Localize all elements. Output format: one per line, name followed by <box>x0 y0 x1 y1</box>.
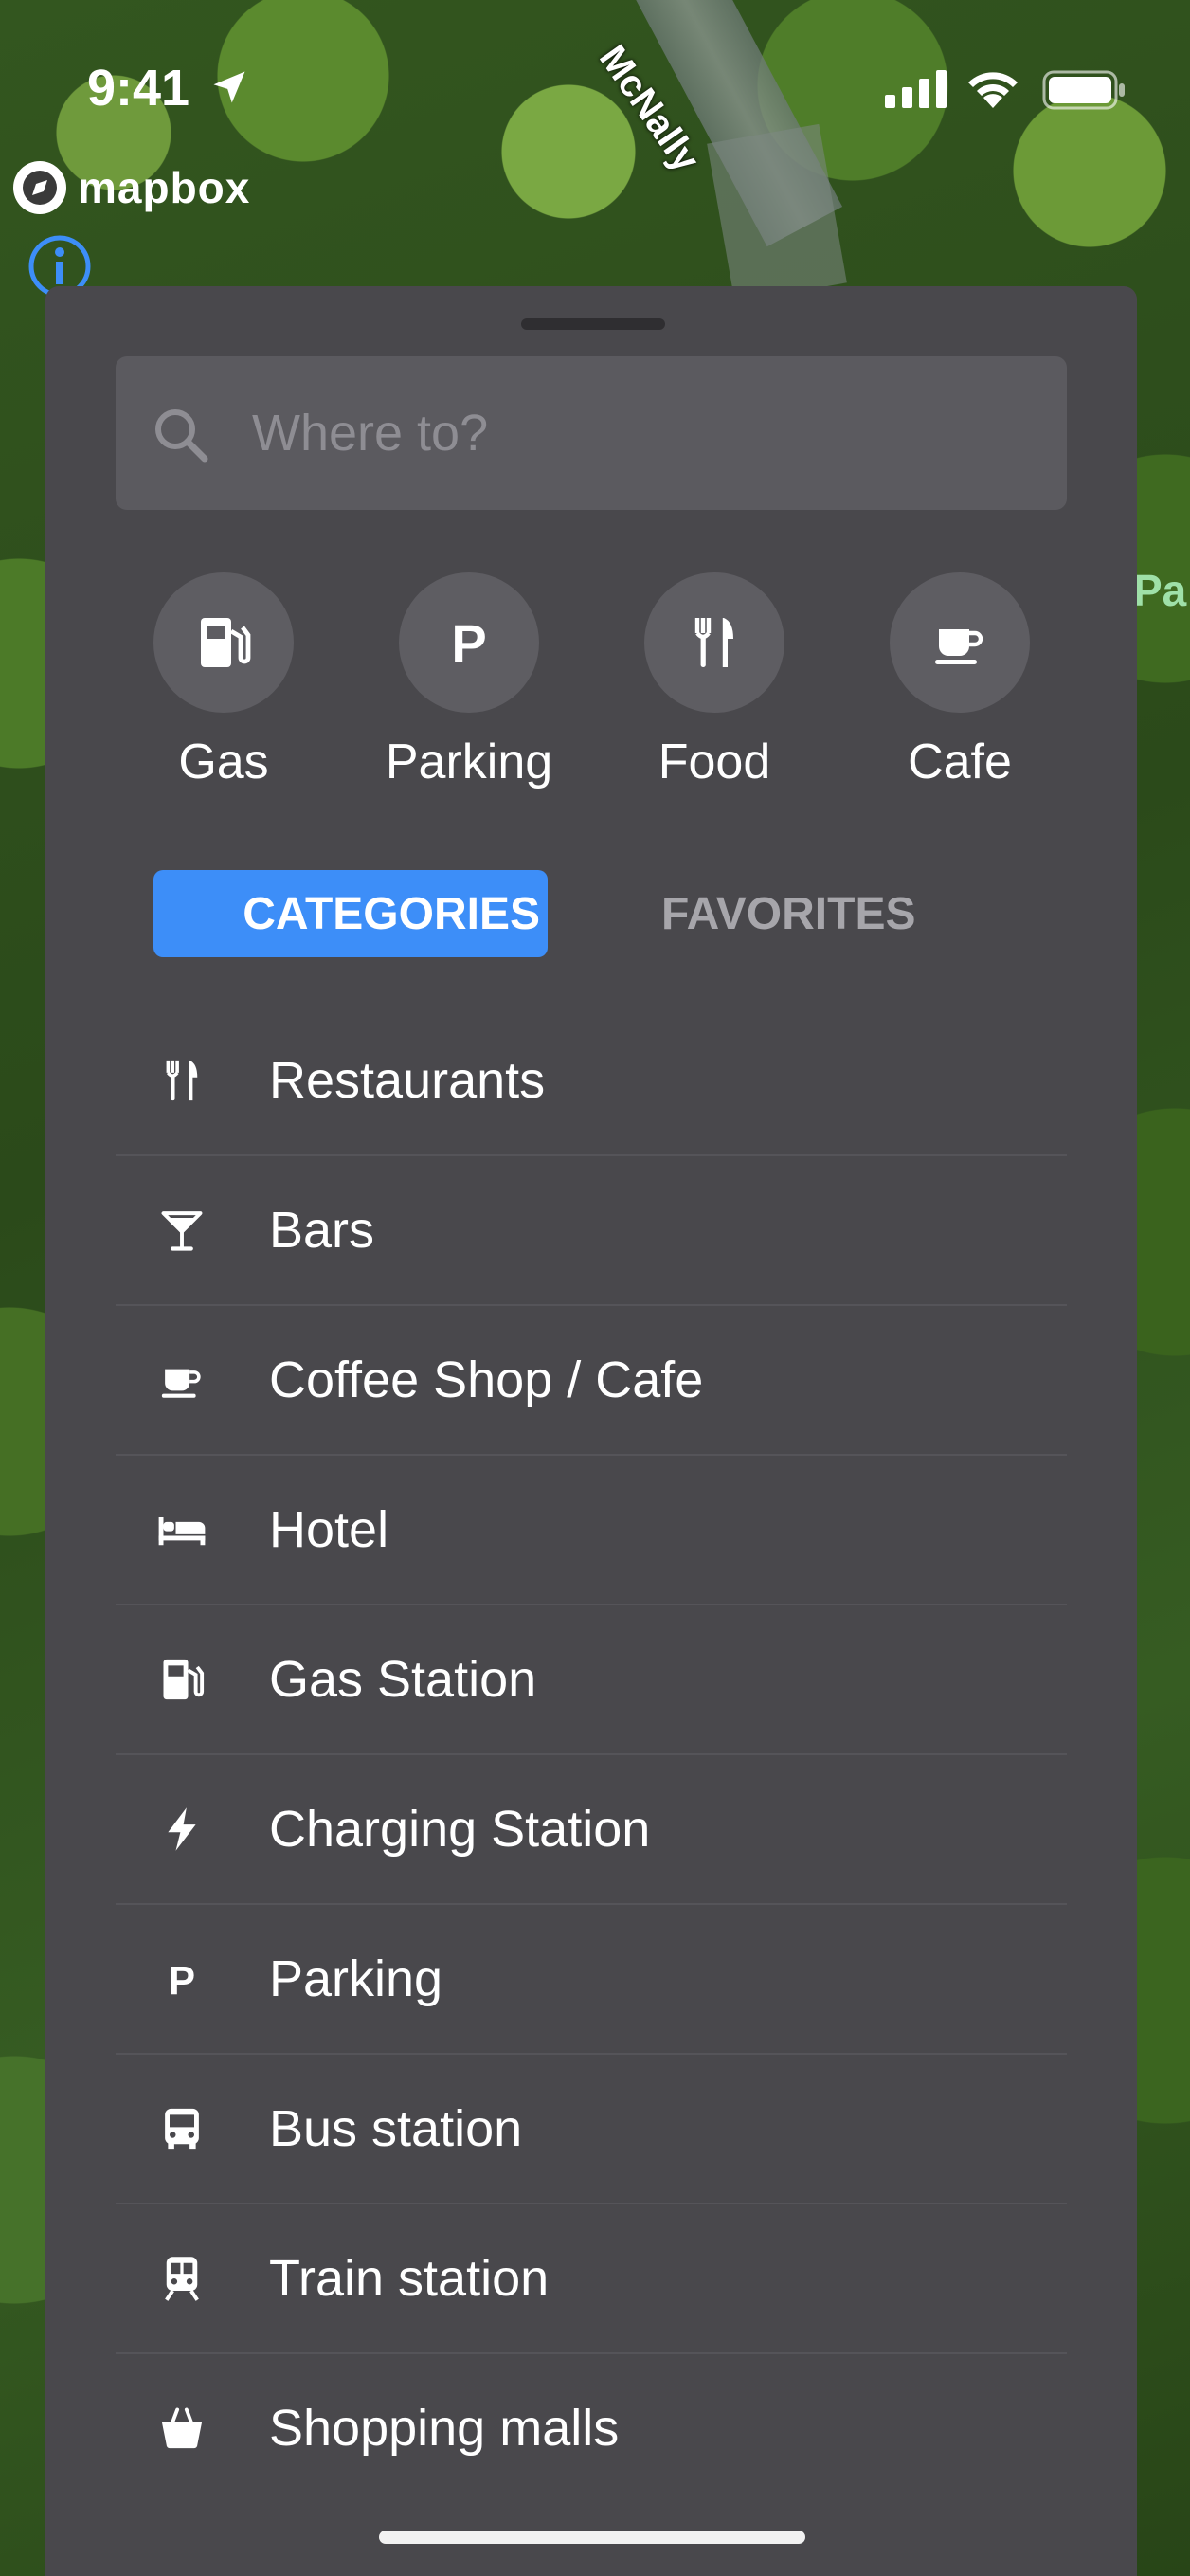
category-row-gas-station[interactable]: Gas Station <box>116 1605 1067 1755</box>
tab-favorites[interactable]: FAVORITES <box>661 870 946 957</box>
status-time: 9:41 <box>87 60 190 117</box>
category-row-restaurants[interactable]: Restaurants <box>116 1007 1067 1156</box>
quick-action-label: Gas <box>178 735 269 789</box>
category-list: Restaurants Bars Coffee Shop / Cafe Hote… <box>116 1007 1067 2502</box>
shopping-basket-icon <box>144 2390 220 2466</box>
coffee-cup-icon <box>144 1342 220 1418</box>
tab-categories[interactable]: CATEGORIES <box>153 870 548 957</box>
search-icon <box>155 409 208 463</box>
cellular-signal-icon <box>885 70 947 108</box>
quick-action-label: Parking <box>385 735 553 789</box>
category-label: Shopping malls <box>269 2400 620 2457</box>
mapbox-attribution[interactable]: mapbox <box>11 159 250 216</box>
lightning-icon <box>144 1791 220 1867</box>
quick-action-circle: P <box>399 572 539 713</box>
gas-pump-icon <box>201 618 251 667</box>
search-input[interactable] <box>250 394 1031 472</box>
svg-text:P: P <box>169 1958 195 2003</box>
svg-text:P: P <box>451 613 486 673</box>
category-label: Charging Station <box>269 1801 651 1858</box>
fork-knife-icon <box>144 1043 220 1118</box>
category-label: Train station <box>269 2250 550 2307</box>
wifi-icon <box>968 72 1018 108</box>
category-row-parking[interactable]: P Parking <box>116 1905 1067 2055</box>
category-row-shopping-malls[interactable]: Shopping malls <box>116 2354 1067 2502</box>
search-bottom-sheet: Gas P Parking Food Cafe CAT <box>45 286 1137 2576</box>
search-bar[interactable] <box>116 356 1067 510</box>
parking-icon: P <box>451 613 486 673</box>
quick-action-circle <box>644 572 784 713</box>
category-label: Bus station <box>269 2100 523 2157</box>
quick-action-circle <box>153 572 294 713</box>
park-label: Pa <box>1133 566 1187 615</box>
category-row-charging-station[interactable]: Charging Station <box>116 1755 1067 1905</box>
fork-knife-icon <box>694 618 733 667</box>
sheet-grabber[interactable] <box>521 318 665 330</box>
quick-action-food[interactable]: Food <box>610 572 819 790</box>
bed-icon <box>144 1492 220 1568</box>
category-label: Bars <box>269 1202 375 1259</box>
category-label: Gas Station <box>269 1651 537 1708</box>
parking-icon: P <box>144 1941 220 2017</box>
gas-pump-icon <box>144 1642 220 1717</box>
category-label: Parking <box>269 1950 443 2007</box>
train-icon <box>144 2240 220 2316</box>
category-row-bars[interactable]: Bars <box>116 1156 1067 1306</box>
home-indicator[interactable] <box>379 2531 805 2544</box>
status-bar: 9:41 <box>0 47 1190 123</box>
category-row-coffee-shop[interactable]: Coffee Shop / Cafe <box>116 1306 1067 1456</box>
category-row-train-station[interactable]: Train station <box>116 2204 1067 2354</box>
quick-action-label: Cafe <box>908 735 1012 789</box>
category-label: Coffee Shop / Cafe <box>269 1351 704 1408</box>
category-row-hotel[interactable]: Hotel <box>116 1456 1067 1605</box>
quick-action-parking[interactable]: P Parking <box>365 572 573 790</box>
coffee-cup-icon <box>935 629 983 664</box>
mapbox-logo-icon <box>13 161 66 214</box>
battery-icon <box>1042 70 1125 110</box>
quick-action-cafe[interactable]: Cafe <box>856 572 1064 790</box>
cocktail-icon <box>144 1192 220 1268</box>
quick-action-label: Food <box>658 735 771 789</box>
category-row-bus-station[interactable]: Bus station <box>116 2055 1067 2204</box>
bus-icon <box>144 2091 220 2167</box>
category-label: Restaurants <box>269 1052 546 1109</box>
mapbox-wordmark: mapbox <box>78 163 251 212</box>
location-arrow-icon <box>213 71 245 103</box>
quick-action-gas[interactable]: Gas <box>119 572 328 790</box>
category-label: Hotel <box>269 1501 389 1558</box>
quick-action-circle <box>890 572 1030 713</box>
